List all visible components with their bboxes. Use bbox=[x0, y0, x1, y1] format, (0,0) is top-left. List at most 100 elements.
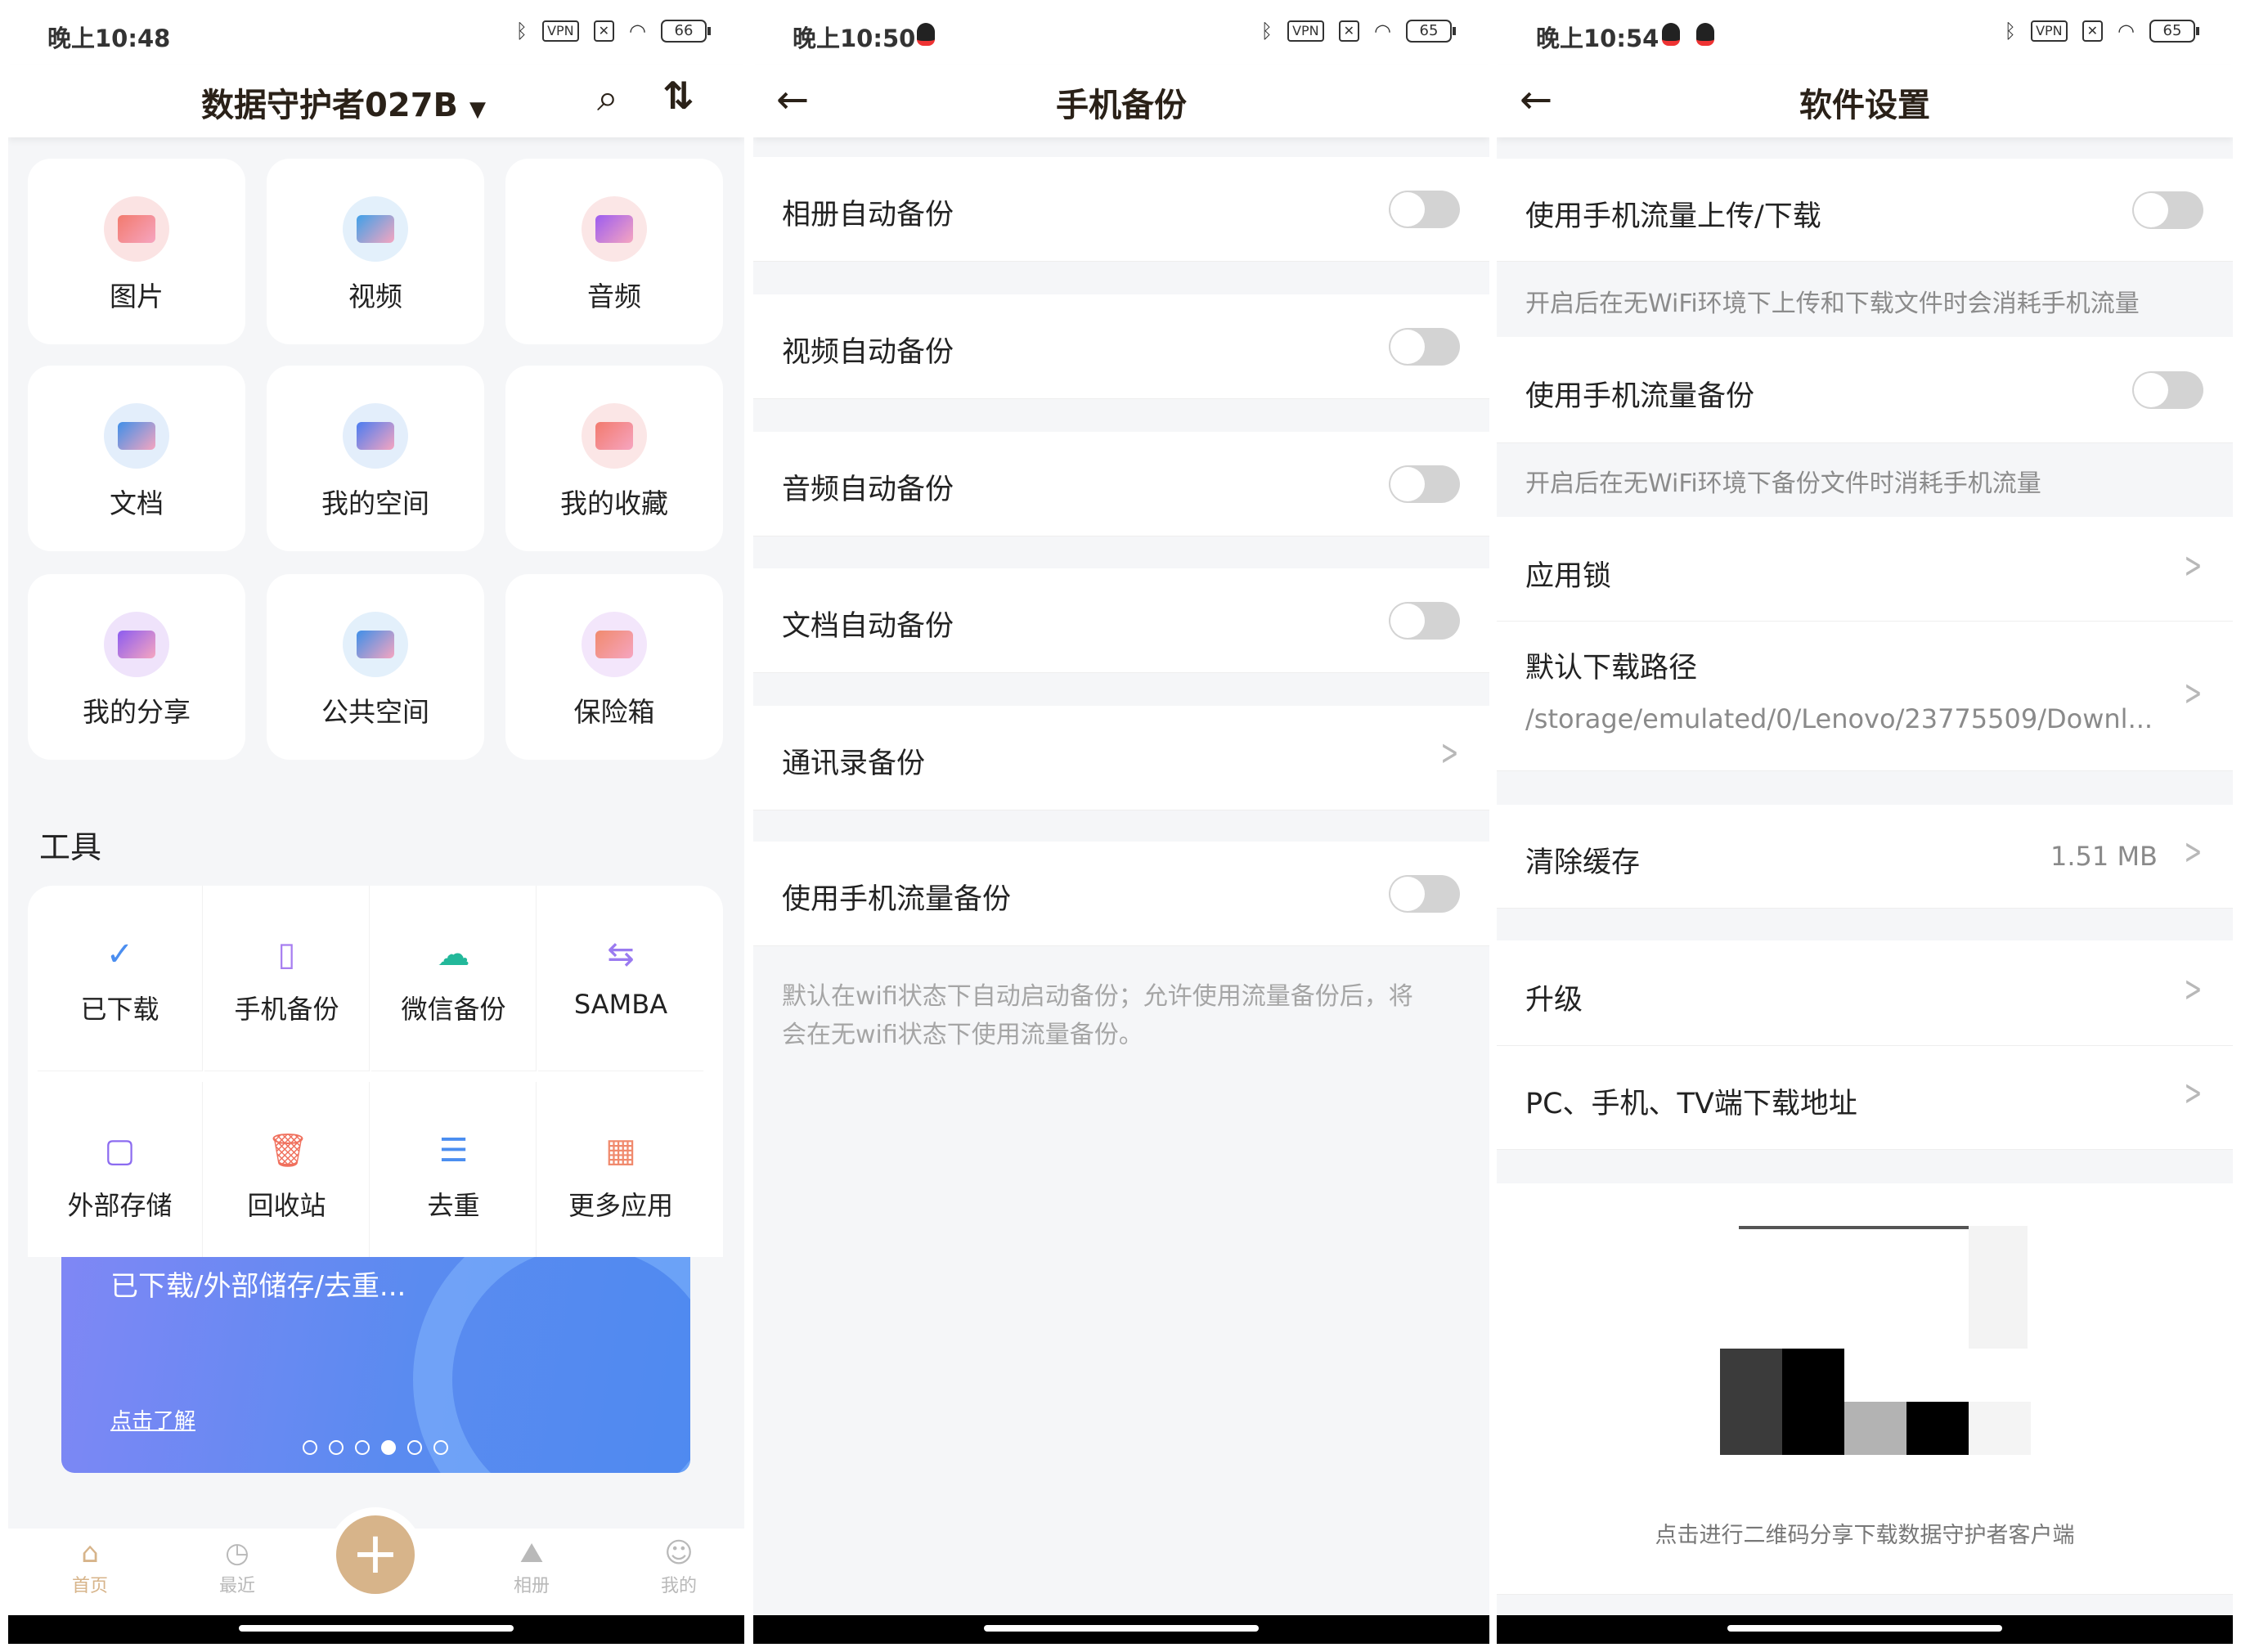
backup-toggle[interactable] bbox=[1389, 191, 1460, 228]
chevron-right-icon: > bbox=[2185, 672, 2203, 714]
tool-item[interactable]: ☁微信备份 bbox=[371, 886, 537, 1071]
category-label: 音频 bbox=[505, 275, 723, 314]
app-header: ← 手机备份 bbox=[753, 65, 1489, 137]
phone-backup-icon: ▯ bbox=[267, 935, 307, 974]
device-selector[interactable]: 数据守护者027B ▼ bbox=[8, 79, 744, 126]
tool-label: 外部存储 bbox=[38, 1185, 202, 1223]
chevron-right-icon: > bbox=[2185, 1072, 2203, 1114]
page-dot[interactable] bbox=[407, 1440, 422, 1455]
row-label: 通讯录备份 bbox=[782, 740, 925, 782]
bluetooth-icon: ᛒ bbox=[1261, 20, 1273, 43]
tool-label: 回收站 bbox=[204, 1185, 369, 1223]
category-card[interactable]: 我的空间 bbox=[267, 366, 484, 551]
tool-item[interactable]: ✓已下载 bbox=[38, 886, 203, 1071]
tool-item[interactable]: ▦更多应用 bbox=[538, 1082, 703, 1268]
category-card[interactable]: 我的分享 bbox=[28, 574, 245, 760]
page-dot[interactable] bbox=[355, 1440, 370, 1455]
category-card[interactable]: 我的收藏 bbox=[505, 366, 723, 551]
home-indicator[interactable] bbox=[1727, 1625, 2002, 1632]
tool-item[interactable]: ⇆SAMBA bbox=[538, 886, 703, 1071]
nav-tab[interactable]: ⌂首页 bbox=[41, 1537, 139, 1597]
download-links-row[interactable]: PC、手机、TV端下载地址 > bbox=[1497, 1046, 2233, 1150]
software-settings-screen: 晚上10:54 ᛒ VPN ✕ ◠ 65 ← 软件设置 使用手机流量上传/下载 … bbox=[1497, 0, 2233, 1644]
backup-toggle[interactable] bbox=[1389, 602, 1460, 640]
page-dot[interactable] bbox=[381, 1440, 396, 1455]
nav-label: 我的 bbox=[630, 1571, 728, 1597]
category-card[interactable]: 音频 bbox=[505, 159, 723, 344]
status-time: 晚上10:50 bbox=[793, 20, 915, 54]
home-indicator[interactable] bbox=[984, 1625, 1259, 1632]
category-label: 公共空间 bbox=[267, 690, 484, 729]
tool-label: 已下载 bbox=[38, 989, 202, 1026]
download-path-row[interactable]: 默认下载路径 /storage/emulated/0/Lenovo/237755… bbox=[1497, 622, 2233, 771]
row-label: 使用手机流量备份 bbox=[1525, 373, 1754, 415]
battery-icon: 65 bbox=[1406, 20, 1452, 43]
category-label: 文档 bbox=[28, 482, 245, 521]
mobile-data-backup-toggle[interactable] bbox=[2132, 371, 2203, 409]
page-title: 手机备份 bbox=[753, 79, 1489, 126]
backup-row: 视频自动备份 bbox=[753, 294, 1489, 399]
mobile-data-backup-row: 使用手机流量备份 bbox=[1497, 337, 2233, 443]
nav-tab[interactable]: ◷最近 bbox=[188, 1537, 286, 1597]
category-label: 视频 bbox=[267, 275, 484, 314]
gesture-bar bbox=[753, 1615, 1489, 1644]
backup-toggle[interactable] bbox=[1389, 465, 1460, 503]
backup-row[interactable]: 通讯录备份> bbox=[753, 706, 1489, 810]
app-lock-row[interactable]: 应用锁 > bbox=[1497, 517, 2233, 622]
row-label: 使用手机流量上传/下载 bbox=[1525, 193, 1821, 235]
qq-notification-icon bbox=[917, 23, 935, 46]
page-dot[interactable] bbox=[433, 1440, 448, 1455]
page-dot[interactable] bbox=[329, 1440, 344, 1455]
note-line: 会在无wifi状态下使用流量备份。 bbox=[782, 1016, 1413, 1054]
dedupe-icon: ☰ bbox=[434, 1131, 474, 1170]
backup-toggle[interactable] bbox=[1389, 875, 1460, 913]
tool-item[interactable]: 🗑回收站 bbox=[204, 1082, 370, 1268]
note-line: 默认在wifi状态下自动启动备份；允许使用流量备份后，将 bbox=[782, 977, 1413, 1016]
row-label: 使用手机流量备份 bbox=[782, 876, 1011, 918]
add-button[interactable]: + bbox=[336, 1515, 415, 1594]
category-card[interactable]: 图片 bbox=[28, 159, 245, 344]
sim-off-icon: ✕ bbox=[594, 20, 614, 42]
sim-off-icon: ✕ bbox=[1339, 20, 1359, 42]
backup-toggle[interactable] bbox=[1389, 328, 1460, 366]
category-card[interactable]: 文档 bbox=[28, 366, 245, 551]
category-card[interactable]: 公共空间 bbox=[267, 574, 484, 760]
upgrade-row[interactable]: 升级 > bbox=[1497, 940, 2233, 1046]
nav-tab[interactable]: ⛰相册 bbox=[483, 1537, 581, 1597]
chevron-right-icon: > bbox=[2185, 545, 2203, 586]
row-label: 文档自动备份 bbox=[782, 603, 954, 644]
search-icon[interactable]: ⌕ bbox=[597, 75, 618, 121]
mobile-data-transfer-toggle[interactable] bbox=[2132, 191, 2203, 229]
home-indicator[interactable] bbox=[239, 1625, 514, 1632]
tools-panel: ✓已下载▯手机备份☁微信备份⇆SAMBA▢外部存储🗑回收站☰去重▦更多应用 bbox=[28, 886, 723, 1257]
phone-backup-screen: 晚上10:50 ᛒ VPN ✕ ◠ 65 ← 手机备份 相册自动备份视频自动备份… bbox=[753, 0, 1489, 1644]
row-label: 清除缓存 bbox=[1525, 839, 1640, 881]
status-time: 晚上10:54 bbox=[1536, 20, 1659, 54]
banner-learn-more-link[interactable]: 点击了解 bbox=[110, 1404, 195, 1434]
qr-code-image[interactable] bbox=[1720, 1226, 2031, 1504]
safe-box-icon bbox=[582, 612, 647, 677]
clear-cache-row[interactable]: 清除缓存 1.51 MB > bbox=[1497, 805, 2233, 909]
row-label: 相册自动备份 bbox=[782, 191, 954, 233]
page-dot[interactable] bbox=[303, 1440, 317, 1455]
promo-banner[interactable]: 已下载/外部储存/去重... 点击了解 bbox=[61, 1257, 690, 1473]
row-label: 应用锁 bbox=[1525, 553, 1611, 595]
tool-label: 去重 bbox=[371, 1185, 536, 1223]
qq-notification-icon bbox=[1662, 23, 1680, 46]
nav-tab[interactable]: ☺我的 bbox=[630, 1537, 728, 1597]
category-card[interactable]: 保险箱 bbox=[505, 574, 723, 760]
category-card[interactable]: 视频 bbox=[267, 159, 484, 344]
tool-item[interactable]: ▯ 手机备份 bbox=[204, 886, 370, 1071]
tool-item[interactable]: ▢外部存储 bbox=[38, 1082, 203, 1268]
tool-label: 手机备份 bbox=[204, 989, 369, 1026]
sort-icon[interactable]: ⇅ bbox=[662, 74, 694, 118]
image-icon bbox=[104, 196, 169, 262]
download-path-value: /storage/emulated/0/Lenovo/23775509/Down… bbox=[1525, 703, 2153, 734]
qr-caption: 点击进行二维码分享下载数据守护者客户端 bbox=[1497, 1517, 2233, 1549]
mobile-data-transfer-row: 使用手机流量上传/下载 bbox=[1497, 159, 2233, 262]
tool-item[interactable]: ☰ 去重 bbox=[371, 1082, 537, 1268]
category-label: 我的空间 bbox=[267, 482, 484, 521]
check-decoration bbox=[413, 1257, 690, 1473]
paper-plane-icon bbox=[343, 612, 408, 677]
qr-share-section[interactable]: 点击进行二维码分享下载数据守护者客户端 bbox=[1497, 1183, 2233, 1595]
